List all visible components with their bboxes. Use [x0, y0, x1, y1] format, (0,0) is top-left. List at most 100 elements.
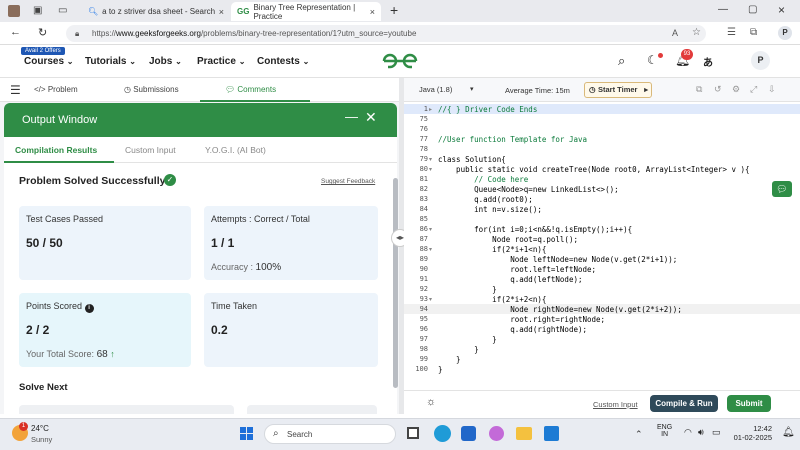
- favorite-star-icon[interactable]: ☆: [692, 27, 701, 38]
- favorites-icon[interactable]: ☰: [727, 27, 736, 38]
- code-line[interactable]: }: [438, 365, 443, 374]
- code-line[interactable]: public static void createTree(Node root0…: [438, 165, 750, 174]
- refresh-icon[interactable]: ↻: [38, 26, 47, 39]
- nav-courses[interactable]: Courses ⌄: [24, 56, 74, 67]
- compile-run-button[interactable]: Compile & Run: [650, 395, 718, 412]
- task-view-icon[interactable]: [407, 427, 419, 439]
- code-line[interactable]: Node leftNode=new Node(v.get(2*i+1));: [438, 255, 677, 264]
- tab-compilation-results[interactable]: Compilation Results: [15, 145, 97, 155]
- nav-jobs[interactable]: Jobs ⌄: [149, 56, 182, 67]
- browser-profile-avatar[interactable]: P: [778, 26, 792, 40]
- new-tab-button[interactable]: +: [390, 2, 398, 18]
- nav-tutorials[interactable]: Tutorials ⌄: [85, 56, 136, 67]
- tab-yogi-ai-bot[interactable]: Y.O.G.I. (AI Bot): [205, 145, 266, 155]
- offer-badge[interactable]: Avail 2 Offers: [21, 47, 65, 55]
- code-line[interactable]: q.add(rightNode);: [438, 325, 587, 334]
- copy-icon[interactable]: ⧉: [696, 84, 702, 95]
- dark-mode-icon[interactable]: ☾: [647, 53, 658, 67]
- submit-button[interactable]: Submit: [727, 395, 771, 412]
- search-icon[interactable]: ⌕: [618, 53, 625, 69]
- code-line[interactable]: class Solution{: [438, 155, 506, 164]
- notification-center-icon[interactable]: 🔔︎: [782, 427, 795, 438]
- fold-arrow-icon[interactable]: ▾: [429, 246, 432, 253]
- close-tab-icon[interactable]: ×: [219, 7, 224, 17]
- store-icon[interactable]: [544, 426, 559, 441]
- language-select[interactable]: Java (1.8) ▾: [414, 82, 476, 98]
- code-line[interactable]: Queue<Node>q=new LinkedList<>();: [438, 185, 619, 194]
- code-line[interactable]: //User function Template for Java: [438, 135, 587, 144]
- tab-search[interactable]: 🔍︎ a to z striver dsa sheet - Search ×: [82, 2, 230, 21]
- settings-gear-icon[interactable]: ⚙: [732, 84, 740, 95]
- code-line[interactable]: }: [438, 355, 461, 364]
- outlook-icon[interactable]: [461, 426, 476, 441]
- edge-browser-icon[interactable]: [434, 425, 451, 442]
- fold-arrow-icon[interactable]: ▾: [429, 166, 432, 173]
- code-line[interactable]: Node rightNode=new Node(v.get(2*i+2));: [438, 305, 682, 314]
- tab-submissions[interactable]: ◷ Submissions: [124, 85, 179, 94]
- translate-icon[interactable]: あ: [703, 54, 713, 69]
- volume-icon[interactable]: 🔊︎: [698, 427, 704, 438]
- close-output-icon[interactable]: ✕: [365, 109, 377, 126]
- start-timer-button[interactable]: ◷ Start Timer ▸: [584, 82, 652, 98]
- tab-binary-tree[interactable]: GG Binary Tree Representation | Practice…: [231, 2, 381, 21]
- next-problem-card[interactable]: [19, 405, 234, 414]
- code-line[interactable]: }: [438, 335, 497, 344]
- gfg-logo[interactable]: [380, 52, 420, 75]
- language-indicator[interactable]: ENG IN: [657, 424, 672, 438]
- battery-icon[interactable]: ▭: [712, 427, 721, 438]
- code-line[interactable]: }: [438, 345, 479, 354]
- download-icon[interactable]: ⇩: [768, 84, 776, 95]
- suggest-feedback-link[interactable]: Suggest Feedback: [321, 178, 375, 185]
- code-line[interactable]: if(2*i+2<n){: [438, 295, 546, 304]
- copilot-icon[interactable]: [489, 426, 504, 441]
- reset-icon[interactable]: ↺: [714, 84, 722, 95]
- wifi-icon[interactable]: ◠: [684, 427, 692, 438]
- panel-scrollbar[interactable]: [393, 178, 398, 388]
- clock[interactable]: 12:42 01-02-2025: [730, 424, 772, 442]
- custom-input-link[interactable]: Custom Input: [593, 400, 638, 409]
- fold-arrow-icon[interactable]: ▾: [429, 226, 432, 233]
- windows-start-icon[interactable]: [240, 427, 254, 441]
- code-line[interactable]: root.right=rightNode;: [438, 315, 605, 324]
- taskbar-search-box[interactable]: ⌕ Search: [264, 424, 396, 444]
- menu-hamburger-icon[interactable]: ☰: [10, 83, 21, 97]
- maximize-window-icon[interactable]: ▢: [748, 4, 757, 15]
- fullscreen-icon[interactable]: ⤢: [750, 84, 757, 95]
- tab-comments[interactable]: 💬︎ Comments: [225, 85, 276, 94]
- code-line[interactable]: q.add(root0);: [438, 195, 533, 204]
- fold-arrow-icon[interactable]: ▾: [429, 156, 432, 163]
- fold-arrow-icon[interactable]: ▾: [429, 296, 432, 303]
- minimize-output-icon[interactable]: —: [345, 109, 358, 124]
- close-tab-icon[interactable]: ×: [370, 7, 375, 17]
- back-arrow-icon[interactable]: ←: [10, 26, 21, 38]
- nav-practice[interactable]: Practice ⌄: [197, 56, 245, 67]
- code-line[interactable]: //{ } Driver Code Ends: [438, 105, 537, 114]
- code-editor[interactable]: Java (1.8) ▾ Average Time: 15m ◷ Start T…: [404, 78, 800, 390]
- tab-actions-icon[interactable]: ▭: [58, 5, 67, 16]
- tray-chevron-icon[interactable]: ⌃: [635, 429, 643, 440]
- info-icon[interactable]: i: [84, 304, 94, 313]
- read-aloud-icon[interactable]: A: [672, 28, 678, 38]
- code-line[interactable]: Node root=q.poll();: [438, 235, 578, 244]
- nav-contests[interactable]: Contests ⌄: [257, 56, 309, 67]
- tab-problem[interactable]: </> Problem: [34, 85, 78, 94]
- close-window-icon[interactable]: ×: [778, 3, 785, 17]
- fold-arrow-icon[interactable]: ▸: [429, 106, 432, 113]
- workspaces-icon[interactable]: ▣: [33, 5, 42, 16]
- chat-floating-icon[interactable]: 💬︎: [772, 181, 792, 197]
- code-line[interactable]: if(2*i+1<n){: [438, 245, 546, 254]
- next-problem-card[interactable]: [247, 405, 377, 414]
- tab-custom-input[interactable]: Custom Input: [125, 145, 176, 155]
- code-line[interactable]: // Code here: [438, 175, 528, 184]
- theme-sun-icon[interactable]: ☼: [426, 396, 436, 408]
- user-avatar[interactable]: P: [751, 51, 770, 70]
- code-line[interactable]: }: [438, 285, 497, 294]
- profile-icon[interactable]: [8, 5, 20, 17]
- file-explorer-icon[interactable]: [516, 427, 532, 440]
- url-field[interactable]: 🔒︎ https://www.geeksforgeeks.org/problem…: [66, 25, 706, 42]
- code-line[interactable]: int n=v.size();: [438, 205, 542, 214]
- code-line[interactable]: root.left=leftNode;: [438, 265, 596, 274]
- minimize-window-icon[interactable]: —: [718, 4, 728, 15]
- code-line[interactable]: for(int i=0;i<n&&!q.isEmpty();i++){: [438, 225, 632, 234]
- collections-icon[interactable]: ⧉: [750, 27, 757, 38]
